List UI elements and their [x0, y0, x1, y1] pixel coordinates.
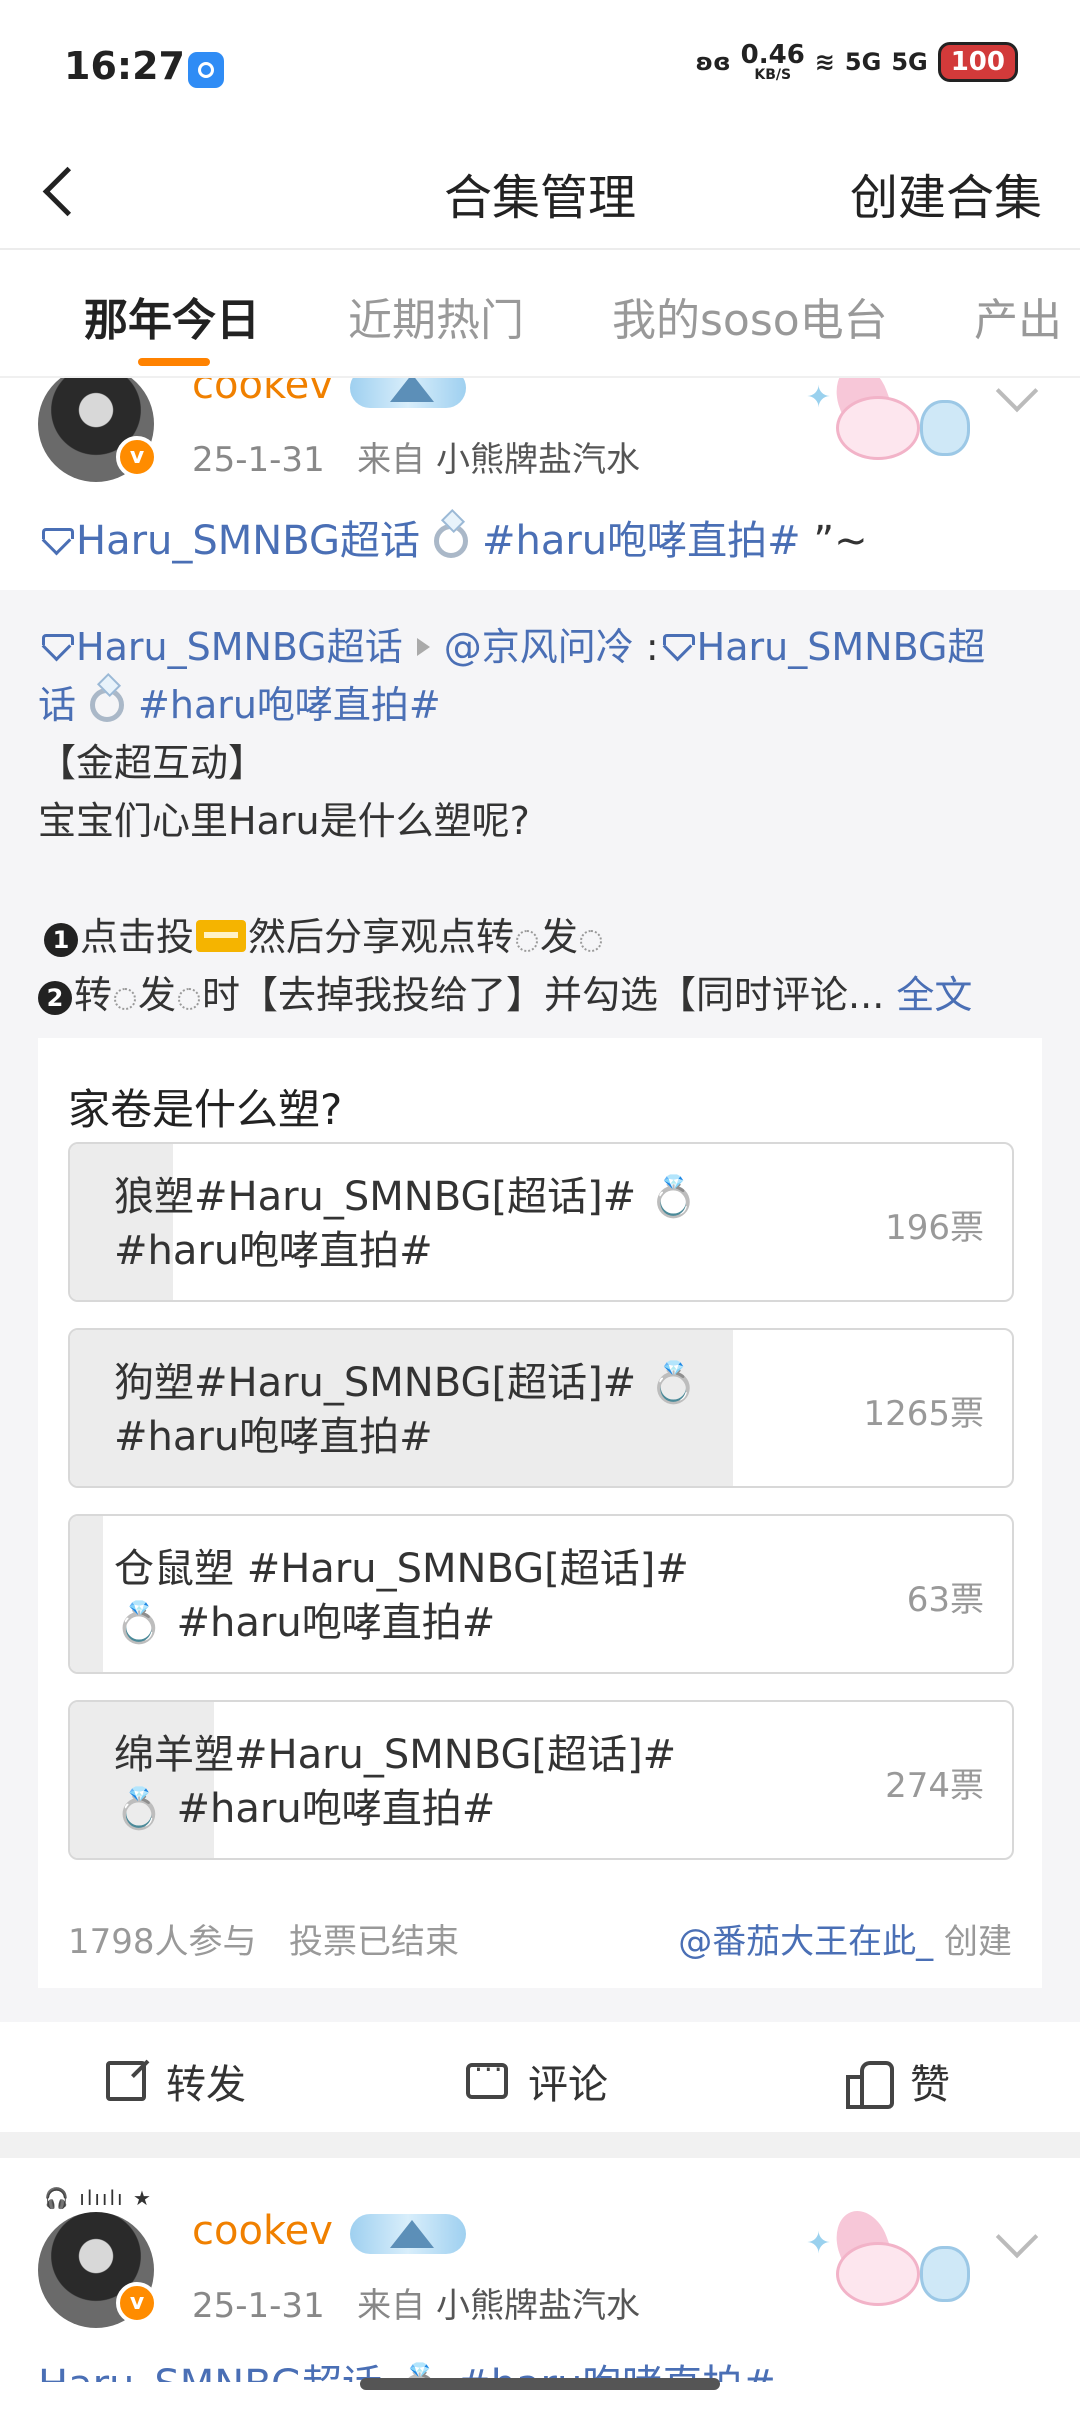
repost-line-2: 话 #haru咆哮直拍# [38, 683, 441, 727]
poll-option[interactable]: 仓鼠塑 #Haru_SMNBG[超话]# 💍 #haru咆哮直拍# 63票 [68, 1514, 1014, 1674]
repost-step-1: 1 点击投 然后分享观点转发 [44, 906, 604, 961]
home-indicator[interactable] [360, 2378, 720, 2390]
share-icon [106, 2061, 146, 2101]
poll-card: 家卷是什么塑? 狼塑#Haru_SMNBG[超话]# 💍 #haru咆哮直拍# … [38, 1038, 1042, 1988]
poll-option[interactable]: 狗塑#Haru_SMNBG[超话]# 💍 #haru咆哮直拍# 1265票 [68, 1328, 1014, 1488]
poll-option-votes: 1265票 [863, 1394, 984, 1434]
battery-icon: 100 [937, 42, 1018, 82]
active-tab-indicator [138, 358, 210, 366]
repost-topic-link[interactable]: Haru_SMNBG超话 [76, 625, 403, 669]
poll-question: 家卷是什么塑? [68, 1085, 343, 1134]
chevron-down-icon[interactable] [990, 2218, 1044, 2272]
post-header: v cookev 25-1-31 来自 小熊牌盐汽水 ✦ [0, 357, 1080, 500]
poll-option-label: 绵羊塑#Haru_SMNBG[超话]# 💍 #haru咆哮直拍# [114, 1732, 677, 1832]
poll-option-votes: 274票 [885, 1766, 984, 1806]
poll-option-label: 仓鼠塑 #Haru_SMNBG[超话]# 💍 #haru咆哮直拍# [114, 1546, 689, 1646]
repost-line-3: 【金超互动】 [38, 741, 267, 785]
chevron-down-icon[interactable] [990, 372, 1044, 426]
super-topic-icon [38, 634, 74, 658]
bow-icon: ʚɞ [695, 48, 731, 76]
from-prefix: 来自 [357, 2286, 426, 2326]
triangle-right-icon [416, 638, 430, 656]
comment-button[interactable]: 评论 [466, 2052, 608, 2110]
repost-line-1: Haru_SMNBG超话 @京风问冷 : Haru_SMNBG超 [38, 616, 985, 671]
number-one-icon: 1 [44, 923, 78, 957]
super-topic-icon [38, 528, 74, 552]
poll-option-votes: 63票 [906, 1580, 984, 1620]
post-source[interactable]: 小熊牌盐汽水 [436, 2286, 640, 2326]
repost-topic2-link[interactable]: Haru_SMNBG超 [697, 625, 986, 669]
poll-option-label: 狼塑#Haru_SMNBG[超话]# 💍 #haru咆哮直拍# [114, 1174, 699, 1274]
post-meta: 25-1-31 来自 小熊牌盐汽水 [192, 432, 640, 481]
super-topic-link[interactable]: Haru_SMNBG超话 [76, 518, 420, 564]
post-text-tail: ”~ [813, 518, 868, 564]
from-prefix: 来自 [357, 440, 426, 480]
wifi-icon: ≋ [814, 48, 835, 76]
hashtag-link[interactable]: #haru咆哮直拍# [482, 518, 801, 564]
share-button[interactable]: 转发 [106, 2052, 246, 2110]
post-action-bar: 转发 评论 赞 [0, 2022, 1080, 2132]
melody-sticker-icon: ✦ [800, 2203, 980, 2316]
full-text-link[interactable]: 全文 [896, 973, 972, 1017]
poll-option[interactable]: 绵羊塑#Haru_SMNBG[超话]# 💍 #haru咆哮直拍# 274票 [68, 1700, 1014, 1860]
ring-icon [433, 524, 468, 558]
super-topic-icon [659, 634, 695, 658]
nav-bar: 合集管理 创建合集 [0, 136, 1080, 250]
post-date: 25-1-31 [192, 2286, 325, 2326]
number-two-icon: 2 [38, 981, 72, 1015]
poll-option-votes: 196票 [885, 1208, 984, 1248]
back-button[interactable] [30, 150, 110, 230]
like-icon [846, 2061, 894, 2109]
ring-icon [90, 688, 125, 722]
post-source[interactable]: 小熊牌盐汽水 [436, 440, 640, 480]
status-time: 16:27 [64, 44, 185, 88]
tiny-deco-icon [516, 930, 539, 952]
poll-participants: 1798人参与 [68, 1922, 257, 1962]
tiny-deco-icon [114, 988, 137, 1010]
verified-badge-icon: v [116, 436, 158, 478]
poll-creator: @番茄大王在此_ 创建 [678, 1922, 1012, 1962]
username[interactable]: cookev [192, 2208, 333, 2254]
verified-badge-icon: v [116, 2282, 158, 2324]
poll-stats: 1798人参与 投票已结束 [68, 1914, 459, 1963]
music-frame-icon: 🎧 ılıılı ★ [44, 2186, 153, 2210]
poll-result-bar [70, 1516, 103, 1672]
post-meta: 25-1-31 来自 小熊牌盐汽水 [192, 2278, 640, 2327]
signal-icon-2: 5G [891, 48, 928, 76]
poll-status: 投票已结束 [288, 1922, 459, 1962]
tab-that-day[interactable]: 那年今日 [84, 284, 260, 348]
tab-recent-hot[interactable]: 近期热门 [348, 284, 524, 348]
poll-option[interactable]: 狼塑#Haru_SMNBG[超话]# 💍 #haru咆哮直拍# 196票 [68, 1142, 1014, 1302]
post-date: 25-1-31 [192, 440, 325, 480]
post-header: v cookev 25-1-31 来自 小熊牌盐汽水 ✦ [0, 2203, 1080, 2346]
repost-hashtag-link[interactable]: #haru咆哮直拍# [138, 683, 441, 727]
tiny-deco-icon [178, 988, 201, 1010]
tab-bar: 那年今日 近期热门 我的soso电台 产出 [0, 252, 1080, 378]
repost-mention-link[interactable]: @京风问冷 [444, 625, 634, 669]
like-button[interactable]: 赞 [846, 2052, 950, 2110]
tab-my-soso-radio[interactable]: 我的soso电台 [612, 284, 888, 348]
ticket-icon [196, 920, 247, 952]
comment-icon [466, 2053, 508, 2099]
net-speed: 0.46 KB/S [740, 40, 805, 83]
tiny-deco-icon [580, 930, 603, 952]
repost-line-4: 宝宝们心里Haru是什么塑呢? [38, 799, 530, 843]
tab-output[interactable]: 产出 [974, 284, 1062, 348]
app-notification-icon [188, 52, 224, 88]
status-bar: 16:27 ʚɞ 0.46 KB/S ≋ 5G 5G 100 [0, 0, 1080, 136]
repost-block[interactable]: Haru_SMNBG超话 @京风问冷 : Haru_SMNBG超 话 #haru咆哮直… [0, 590, 1080, 2022]
member-badge-icon [350, 2214, 466, 2254]
status-icons: ʚɞ 0.46 KB/S ≋ 5G 5G 100 [696, 42, 1018, 82]
signal-icon-1: 5G [844, 48, 882, 76]
card-divider [0, 2132, 1080, 2158]
poll-option-label: 狗塑#Haru_SMNBG[超话]# 💍 #haru咆哮直拍# [114, 1360, 699, 1460]
create-collection-button[interactable]: 创建合集 [850, 158, 1042, 228]
poll-creator-link[interactable]: @番茄大王在此_ [678, 1922, 933, 1962]
post-text: Haru_SMNBG超话 #haru咆哮直拍# ”~ [38, 508, 868, 566]
repost-step-2: 2 转发时【去掉我投给了】并勾选【同时评论... 全文 [38, 964, 972, 1019]
